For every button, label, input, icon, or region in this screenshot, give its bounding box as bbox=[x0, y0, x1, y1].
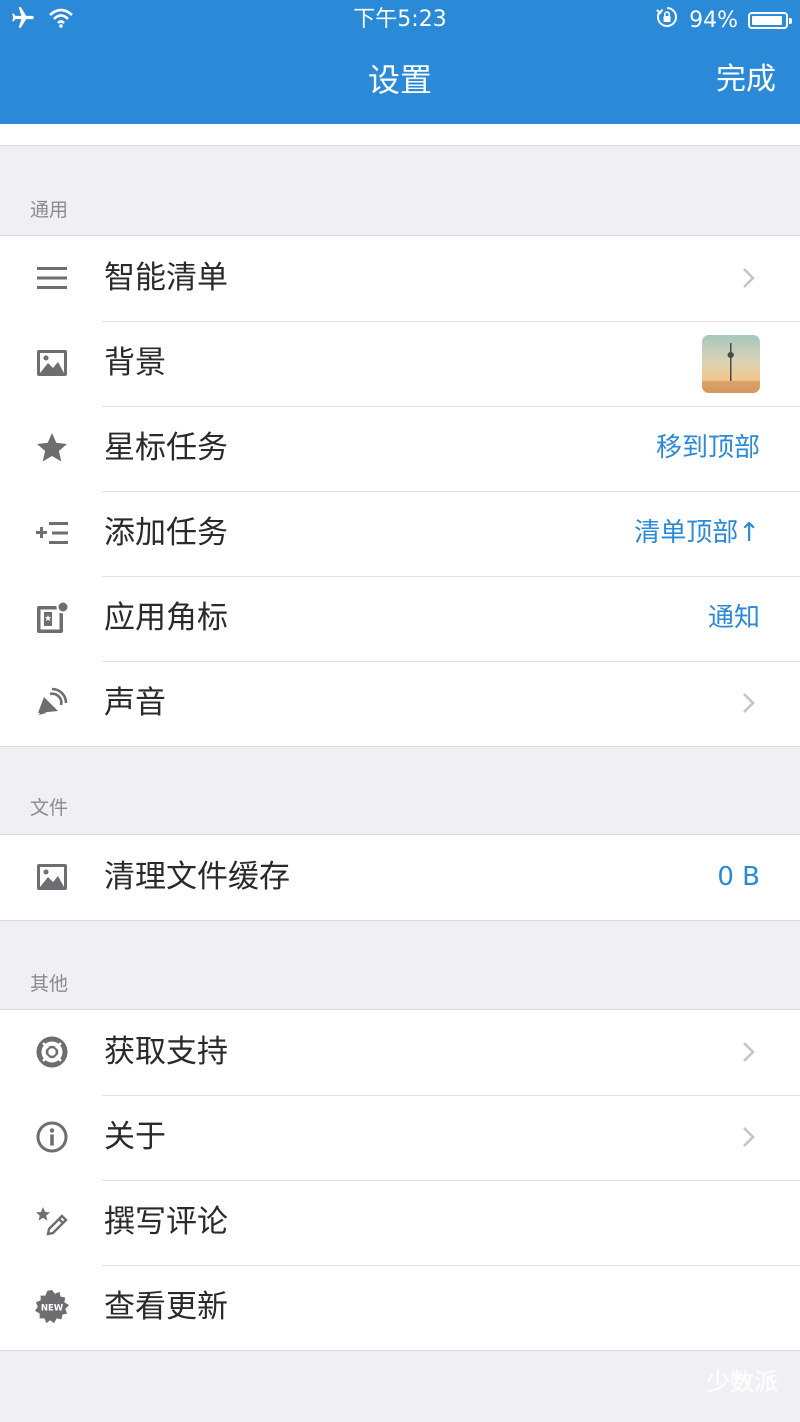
battery-icon bbox=[748, 11, 792, 29]
row-app-badge[interactable]: 应用角标 通知 bbox=[0, 576, 800, 661]
nav-bar: 设置 完成 bbox=[0, 40, 800, 124]
star-icon bbox=[34, 430, 70, 466]
page-title: 设置 bbox=[367, 61, 432, 99]
settings-group-general: 智能清单 背景 星标任务 移到顶部 添加任务 清单顶部↑ 应用角标 通知 声音 bbox=[0, 235, 800, 747]
rotation-lock-icon bbox=[655, 5, 679, 35]
row-label: 背景 bbox=[104, 345, 166, 381]
row-label: 关于 bbox=[104, 1119, 166, 1155]
row-label: 添加任务 bbox=[104, 515, 228, 551]
row-add-task[interactable]: 添加任务 清单顶部↑ bbox=[0, 491, 800, 576]
settings-group-files: 清理文件缓存 0 B bbox=[0, 834, 800, 921]
row-label: 星标任务 bbox=[104, 430, 228, 466]
top-strip bbox=[0, 124, 800, 146]
battery-percent: 94% bbox=[689, 7, 738, 33]
row-value: 移到顶部 bbox=[655, 433, 760, 463]
row-get-support[interactable]: 获取支持 bbox=[0, 1010, 800, 1095]
row-starred-tasks[interactable]: 星标任务 移到顶部 bbox=[0, 406, 800, 491]
chevron-right-icon bbox=[736, 266, 760, 290]
row-label: 智能清单 bbox=[104, 260, 228, 296]
settings-group-other: 获取支持 关于 撰写评论 NEW 查看更新 bbox=[0, 1009, 800, 1351]
row-label: 清理文件缓存 bbox=[104, 859, 290, 895]
row-about[interactable]: 关于 bbox=[0, 1095, 800, 1180]
speaker-icon bbox=[34, 685, 70, 721]
row-write-review[interactable]: 撰写评论 bbox=[0, 1180, 800, 1265]
row-label: 获取支持 bbox=[104, 1034, 228, 1070]
row-value: 0 B bbox=[717, 862, 760, 892]
row-value: 清单顶部↑ bbox=[634, 518, 760, 548]
row-background[interactable]: 背景 bbox=[0, 321, 800, 406]
info-icon bbox=[34, 1119, 70, 1155]
section-label-files: 文件 bbox=[30, 797, 69, 819]
section-label-other: 其他 bbox=[30, 973, 69, 995]
image-icon bbox=[34, 345, 70, 381]
row-clear-cache[interactable]: 清理文件缓存 0 B bbox=[0, 835, 800, 920]
status-bar-right: 94% bbox=[655, 5, 792, 35]
row-smart-lists[interactable]: 智能清单 bbox=[0, 236, 800, 321]
watermark: 少数派 bbox=[706, 1368, 778, 1396]
lifebuoy-icon bbox=[34, 1034, 70, 1070]
row-value: 通知 bbox=[707, 603, 760, 633]
row-label: 撰写评论 bbox=[104, 1204, 228, 1240]
chevron-right-icon bbox=[736, 1040, 760, 1064]
list-icon bbox=[34, 260, 70, 296]
new-badge-icon: NEW bbox=[34, 1289, 70, 1325]
row-sound[interactable]: 声音 bbox=[0, 661, 800, 746]
chevron-right-icon bbox=[736, 1125, 760, 1149]
new-badge-text: NEW bbox=[41, 1303, 64, 1313]
image-icon bbox=[34, 859, 70, 895]
background-thumbnail bbox=[702, 335, 760, 393]
section-label-general: 通用 bbox=[30, 199, 69, 221]
row-label: 查看更新 bbox=[104, 1289, 228, 1325]
row-label: 声音 bbox=[104, 685, 166, 721]
battery-level bbox=[752, 15, 783, 25]
done-button[interactable]: 完成 bbox=[716, 58, 776, 102]
chevron-right-icon bbox=[736, 691, 760, 715]
review-icon bbox=[34, 1204, 70, 1240]
row-check-updates[interactable]: NEW 查看更新 bbox=[0, 1265, 800, 1350]
add-task-icon bbox=[34, 515, 70, 551]
row-label: 应用角标 bbox=[104, 600, 228, 636]
status-bar: 下午5:23 94% bbox=[0, 0, 800, 40]
badge-icon bbox=[34, 600, 70, 636]
